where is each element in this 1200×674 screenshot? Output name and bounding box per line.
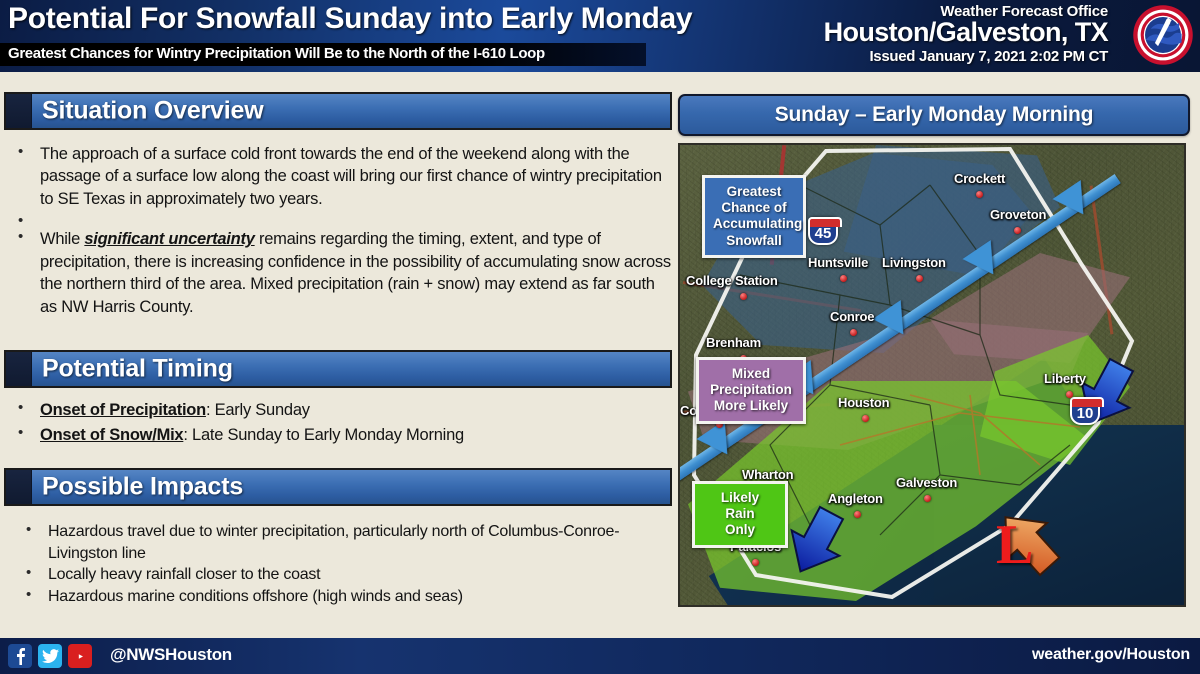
section-body-potential-timing: Onset of Precipitation: Early Sunday Ons…	[4, 392, 672, 446]
city-dot	[740, 293, 747, 300]
city-dot	[1066, 391, 1073, 398]
city-label-galveston: Galveston	[896, 475, 958, 490]
twitter-icon[interactable]	[38, 644, 62, 668]
list-item: The approach of a surface cold front tow…	[4, 142, 672, 210]
map-title-bar: Sunday – Early Monday Morning	[678, 94, 1190, 136]
legend-line: Snowfall	[726, 232, 782, 248]
city-dot	[862, 415, 869, 422]
section-header-potential-timing: Potential Timing	[4, 350, 672, 389]
timing-list: Onset of Precipitation: Early Sunday Ons…	[4, 398, 672, 446]
city-dot	[976, 191, 983, 198]
list-item: Onset of Snow/Mix: Late Sunday to Early …	[4, 422, 672, 446]
page-footer: @NWSHouston weather.gov/Houston	[0, 638, 1200, 674]
city-label-college-station: College Station	[686, 273, 778, 288]
list-item: Hazardous travel due to winter precipita…	[14, 520, 672, 564]
social-icons-group	[8, 644, 92, 668]
shield-number: 10	[1076, 405, 1094, 422]
legend-box-snowfall: Greatest Chance of Accumulating Snowfall	[702, 175, 806, 258]
city-dot	[1014, 227, 1021, 234]
section-header-situation-overview: Situation Overview	[4, 92, 672, 130]
city-dot	[840, 275, 847, 282]
city-dot	[854, 511, 861, 518]
city-label-conroe: Conroe	[830, 309, 875, 324]
list-item: Locally heavy rainfall closer to the coa…	[14, 563, 672, 586]
list-item: Onset of Precipitation: Early Sunday	[4, 398, 672, 421]
section-header-possible-impacts: Possible Impacts	[4, 467, 672, 506]
city-label-liberty: Liberty	[1044, 371, 1086, 386]
list-item: While significant uncertainty remains re…	[4, 227, 672, 318]
section-body-possible-impacts: Hazardous travel due to winter precipita…	[4, 510, 672, 607]
city-label-livingston: Livingston	[882, 255, 946, 270]
map-title-text: Sunday – Early Monday Morning	[774, 103, 1094, 126]
section-title: Potential Timing	[42, 354, 233, 383]
impacts-list: Hazardous travel due to winter precipita…	[14, 520, 672, 608]
right-map-column: Sunday – Early Monday Morning L 45 10 Cr…	[678, 94, 1190, 607]
low-pressure-marker: L	[996, 514, 1034, 576]
list-item: Hazardous marine conditions offshore (hi…	[14, 585, 672, 608]
city-dot	[752, 559, 759, 566]
page-title: Potential For Snowfall Sunday into Early…	[8, 2, 693, 35]
city-dot	[924, 495, 931, 502]
city-label-houston: Houston	[838, 395, 890, 410]
city-label-huntsville: Huntsville	[808, 255, 869, 270]
legend-line: Chance of	[721, 200, 787, 216]
legend-line: More Likely	[713, 398, 789, 414]
social-handle: @NWSHouston	[110, 645, 232, 664]
list-spacer	[4, 211, 672, 231]
issued-timestamp: Issued January 7, 2021 2:02 PM CT	[869, 47, 1108, 65]
emphasis-phrase: significant uncertainty	[84, 230, 255, 249]
section-header-knob	[6, 469, 32, 504]
page-header: Potential For Snowfall Sunday into Early…	[0, 0, 1200, 72]
city-label-angleton: Angleton	[828, 491, 883, 506]
legend-box-rain-only: Likely Rain Only	[692, 481, 788, 548]
legend-line: Mixed	[731, 366, 771, 381]
city-label-brenham: Brenham	[706, 335, 761, 350]
legend-line: Rain	[725, 506, 755, 522]
legend-line: Accumulating	[713, 216, 803, 232]
legend-line: Only	[724, 522, 755, 538]
section-title: Situation Overview	[42, 96, 264, 125]
nws-seal-icon	[1132, 4, 1194, 66]
legend-box-mixed-precip: Mixed Precipitation More Likely	[696, 357, 806, 424]
office-name: Houston/Galveston, TX	[823, 17, 1109, 47]
city-dot	[850, 329, 857, 336]
city-label-groveton: Groveton	[990, 207, 1047, 222]
office-block: Weather Forecast Office Houston/Galvesto…	[688, 3, 1109, 65]
city-label-wharton: Wharton	[742, 467, 794, 482]
timing-value: : Early Sunday	[205, 401, 310, 420]
legend-line: Likely	[720, 490, 760, 505]
page-subtitle-bar: Greatest Chances for Wintry Precipitatio…	[0, 43, 646, 66]
city-dot	[916, 275, 923, 282]
bullet-text-pre: While	[40, 230, 85, 249]
section-header-knob	[6, 352, 32, 387]
shield-number: 45	[814, 225, 832, 242]
bullet-list: The approach of a surface cold front tow…	[4, 142, 672, 318]
city-label-crockett: Crockett	[954, 171, 1006, 186]
interstate-45-shield: 45	[808, 217, 842, 245]
section-title: Possible Impacts	[42, 472, 244, 501]
forecast-map[interactable]: L 45 10 Crockett Groveton College Statio…	[678, 143, 1186, 607]
website-url: weather.gov/Houston	[1032, 646, 1190, 663]
blue-arrow-icon	[790, 505, 845, 573]
section-header-knob	[6, 94, 32, 128]
section-body-situation-overview: The approach of a surface cold front tow…	[4, 134, 672, 318]
timing-value: : Late Sunday to Early Monday Morning	[183, 425, 464, 444]
page-subtitle: Greatest Chances for Wintry Precipitatio…	[8, 45, 545, 62]
infographic-page: Potential For Snowfall Sunday into Early…	[0, 0, 1200, 674]
legend-line: Precipitation	[710, 382, 792, 398]
timing-label: Onset of Snow/Mix	[40, 425, 184, 444]
interstate-10-shield: 10	[1070, 397, 1104, 425]
timing-label: Onset of Precipitation	[40, 401, 206, 420]
legend-line: Greatest	[726, 184, 782, 199]
facebook-icon[interactable]	[8, 644, 32, 668]
youtube-icon[interactable]	[68, 644, 92, 668]
left-content-column: Situation Overview The approach of a sur…	[4, 92, 672, 607]
